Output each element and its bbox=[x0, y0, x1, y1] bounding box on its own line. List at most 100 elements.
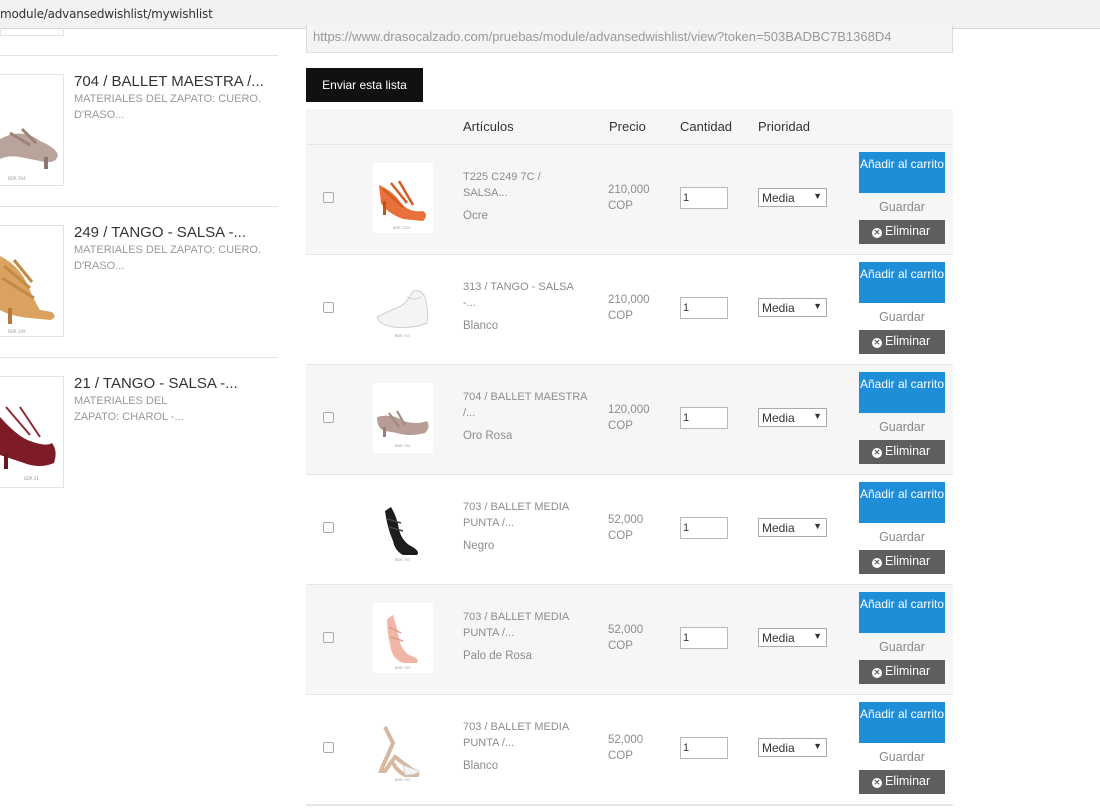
svg-text:BDR 21: BDR 21 bbox=[24, 476, 39, 481]
product-name[interactable]: 703 / BALLET MEDIA PUNTA /... bbox=[463, 610, 588, 641]
product-price: 120,000 COP bbox=[608, 404, 650, 432]
priority-select[interactable]: Media ▼ bbox=[758, 298, 827, 317]
dropdown-arrow-icon: ▼ bbox=[813, 521, 822, 531]
save-button[interactable]: Guardar bbox=[859, 640, 945, 654]
table-row: BDR 703 703 / BALLET MEDIA PUNTA /... Pa… bbox=[306, 585, 953, 695]
product-image[interactable]: BDR 313 bbox=[373, 273, 433, 343]
add-to-cart-button[interactable]: Añadir al carrito bbox=[859, 702, 945, 743]
svg-text:BDR 313: BDR 313 bbox=[395, 334, 410, 338]
dropdown-arrow-icon: ▼ bbox=[813, 631, 822, 641]
priority-value: Media bbox=[762, 411, 795, 425]
close-circle-icon: ✕ bbox=[872, 558, 882, 568]
add-to-cart-button[interactable]: Añadir al carrito bbox=[859, 372, 945, 413]
quantity-input[interactable] bbox=[680, 297, 728, 319]
priority-select[interactable]: Media ▼ bbox=[758, 188, 827, 207]
row-select-checkbox[interactable] bbox=[323, 632, 334, 643]
sidebar-product-item[interactable]: BDR 704 704 / BALLET MAESTRA /... MATERI… bbox=[0, 55, 278, 206]
save-button[interactable]: Guardar bbox=[859, 310, 945, 324]
close-circle-icon: ✕ bbox=[872, 778, 882, 788]
product-name[interactable]: 703 / BALLET MEDIA PUNTA /... bbox=[463, 500, 588, 531]
product-image[interactable]: BDR 703 bbox=[373, 603, 433, 673]
product-name[interactable]: 313 / TANGO - SALSA -... bbox=[463, 280, 588, 311]
sidebar-product-image[interactable]: BDR 704 bbox=[0, 74, 64, 186]
add-to-cart-button[interactable]: Añadir al carrito bbox=[859, 592, 945, 633]
sidebar-product-name[interactable]: 21 / TANGO - SALSA -... bbox=[74, 375, 238, 392]
close-circle-icon: ✕ bbox=[872, 228, 882, 238]
save-button[interactable]: Guardar bbox=[859, 200, 945, 214]
row-select-checkbox[interactable] bbox=[323, 192, 334, 203]
save-button[interactable]: Guardar bbox=[859, 530, 945, 544]
delete-button[interactable]: ✕ Eliminar bbox=[859, 550, 945, 574]
product-image[interactable]: BDR T225 bbox=[373, 163, 433, 233]
sidebar-product-item[interactable]: BDR 249 249 / TANGO - SALSA -... MATERIA… bbox=[0, 206, 278, 357]
column-header-priority: Prioridad bbox=[758, 119, 811, 134]
product-name[interactable]: 703 / BALLET MEDIA PUNTA /... bbox=[463, 720, 588, 751]
sidebar-product-item[interactable]: BDR 21 21 / TANGO - SALSA -... MATERIALE… bbox=[0, 357, 278, 489]
table-row: BDR 703 703 / BALLET MEDIA PUNTA /... Bl… bbox=[306, 695, 953, 805]
sidebar-product-desc: MATERIALES DEL ZAPATO: CUERO. D'RASO... bbox=[74, 244, 262, 272]
quantity-input[interactable] bbox=[680, 627, 728, 649]
save-button[interactable]: Guardar bbox=[859, 750, 945, 764]
product-image[interactable]: BDR 703 bbox=[373, 493, 433, 563]
priority-select[interactable]: Media ▼ bbox=[758, 518, 827, 537]
row-select-checkbox[interactable] bbox=[323, 412, 334, 423]
row-select-checkbox[interactable] bbox=[323, 742, 334, 753]
priority-value: Media bbox=[762, 191, 795, 205]
table-row: BDR 703 703 / BALLET MEDIA PUNTA /... Ne… bbox=[306, 475, 953, 585]
sidebar-product-name[interactable]: 249 / TANGO - SALSA -... bbox=[74, 224, 246, 241]
priority-select[interactable]: Media ▼ bbox=[758, 408, 827, 427]
product-attribute: Oro Rosa bbox=[463, 430, 513, 442]
product-attribute: Blanco bbox=[463, 320, 499, 332]
svg-text:BDR 703: BDR 703 bbox=[395, 558, 410, 562]
table-row: BDR T225 T225 C249 7C / SALSA... Ocre 21… bbox=[306, 145, 953, 255]
delete-label: Eliminar bbox=[885, 334, 931, 348]
dropdown-arrow-icon: ▼ bbox=[813, 191, 822, 201]
priority-select[interactable]: Media ▼ bbox=[758, 738, 827, 757]
product-price: 52,000 COP bbox=[608, 624, 644, 652]
quantity-input[interactable] bbox=[680, 187, 728, 209]
product-attribute: Negro bbox=[463, 540, 495, 552]
svg-text:BDR T225: BDR T225 bbox=[393, 226, 410, 230]
delete-label: Eliminar bbox=[885, 554, 931, 568]
sidebar-product-image[interactable]: BDR 21 bbox=[0, 376, 64, 488]
share-url-field[interactable]: https://www.drasocalzado.com/pruebas/mod… bbox=[306, 25, 953, 53]
product-name[interactable]: T225 C249 7C / SALSA... bbox=[463, 170, 588, 201]
quantity-input[interactable] bbox=[680, 517, 728, 539]
product-image[interactable]: BDR 703 bbox=[373, 713, 433, 783]
sidebar-product-desc: MATERIALES DEL ZAPATO: CUERO. D'RASO... bbox=[74, 93, 262, 121]
delete-label: Eliminar bbox=[885, 224, 931, 238]
quantity-input[interactable] bbox=[680, 407, 728, 429]
sidebar-product-image[interactable]: BDR 249 bbox=[0, 225, 64, 337]
delete-button[interactable]: ✕ Eliminar bbox=[859, 770, 945, 794]
svg-text:BDR 703: BDR 703 bbox=[395, 778, 410, 782]
delete-label: Eliminar bbox=[885, 444, 931, 458]
row-select-checkbox[interactable] bbox=[323, 302, 334, 313]
priority-value: Media bbox=[762, 631, 795, 645]
table-header: Artículos Precio Cantidad Prioridad bbox=[306, 109, 953, 145]
quantity-input[interactable] bbox=[680, 737, 728, 759]
add-to-cart-button[interactable]: Añadir al carrito bbox=[859, 152, 945, 193]
delete-button[interactable]: ✕ Eliminar bbox=[859, 220, 945, 244]
product-name[interactable]: 704 / BALLET MAESTRA /... bbox=[463, 390, 588, 421]
svg-text:BDR 704: BDR 704 bbox=[395, 444, 411, 448]
priority-value: Media bbox=[762, 741, 795, 755]
table-bottom-divider bbox=[306, 804, 953, 806]
send-list-button[interactable]: Enviar esta lista bbox=[306, 68, 423, 102]
delete-button[interactable]: ✕ Eliminar bbox=[859, 660, 945, 684]
product-image[interactable]: BDR 704 bbox=[373, 383, 433, 453]
dropdown-arrow-icon: ▼ bbox=[813, 411, 822, 421]
row-select-checkbox[interactable] bbox=[323, 522, 334, 533]
svg-text:BDR 249: BDR 249 bbox=[8, 329, 26, 334]
add-to-cart-button[interactable]: Añadir al carrito bbox=[859, 482, 945, 523]
priority-select[interactable]: Media ▼ bbox=[758, 628, 827, 647]
address-bar-url[interactable]: module/advansedwishlist/mywishlist bbox=[0, 7, 213, 21]
add-to-cart-button[interactable]: Añadir al carrito bbox=[859, 262, 945, 303]
save-button[interactable]: Guardar bbox=[859, 420, 945, 434]
sidebar-top-card-edge bbox=[0, 30, 64, 36]
product-price: 52,000 COP bbox=[608, 734, 644, 762]
dropdown-arrow-icon: ▼ bbox=[813, 301, 822, 311]
column-header-quantity: Cantidad bbox=[680, 119, 733, 134]
delete-button[interactable]: ✕ Eliminar bbox=[859, 440, 945, 464]
delete-button[interactable]: ✕ Eliminar bbox=[859, 330, 945, 354]
sidebar-product-name[interactable]: 704 / BALLET MAESTRA /... bbox=[74, 73, 264, 90]
